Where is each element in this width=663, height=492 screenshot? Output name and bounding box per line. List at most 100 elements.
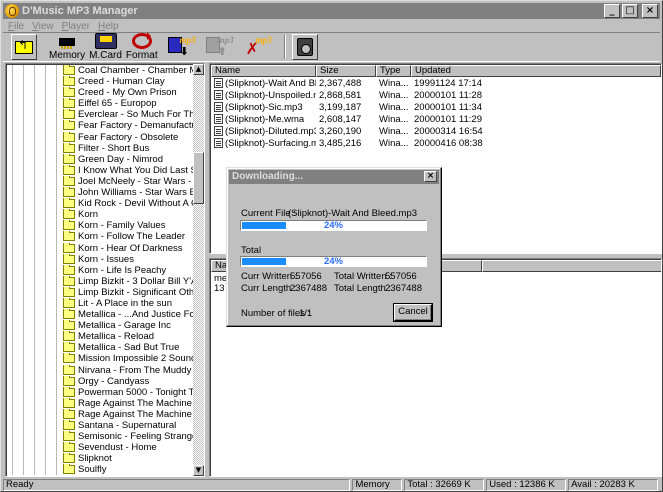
tree-folder-item[interactable]: Mission Impossible 2 Soundtrack [6, 353, 194, 365]
title-bar[interactable]: D'Music MP3 Manager _ □ × [3, 3, 660, 19]
file-size: 2,367,488 [319, 78, 362, 89]
cancel-button[interactable]: Cancel [394, 304, 432, 321]
tree-folder-item[interactable]: Joel McNeely - Star Wars - Shadows [6, 175, 194, 188]
tree-folder-item[interactable]: Limp Bizkit - 3 Dollar Bill Y'All [6, 275, 194, 287]
tree-folder-item[interactable]: Powerman 5000 - Tonight The Stars [6, 386, 194, 398]
tree-guide-lines [6, 386, 62, 398]
column-size[interactable]: Size [316, 65, 376, 77]
menu-view[interactable]: View [27, 21, 57, 32]
toolbar: Memory M.Card Format mp3 ⬇ mp3 ⬆ ✗ mp3 [3, 32, 660, 62]
tree-folder-label: Metallica - ...And Justice For All [78, 309, 194, 321]
tree-guide-lines [6, 209, 62, 221]
tree-folder-item[interactable]: Korn - Life Is Peachy [6, 264, 194, 276]
download-mp3-button[interactable]: mp3 ⬇ [166, 33, 198, 61]
tree-folder-item[interactable]: Korn [6, 209, 194, 221]
player-button[interactable] [291, 34, 318, 60]
tree-folder-item[interactable]: Metallica - ...And Justice For All [6, 309, 194, 321]
format-button[interactable]: Format [125, 32, 158, 61]
folder-icon [63, 109, 75, 120]
file-row[interactable]: (Slipknot)-Sic.mp3 3,199,187 Wina... 200001… [211, 102, 511, 114]
tree-folder-item[interactable]: Nirvana - From The Muddy Banks O [6, 364, 194, 376]
menu-player[interactable]: Player [57, 21, 93, 32]
tree-folder-label: Lit - A Place in the sun [78, 297, 173, 309]
format-button-label: Format [125, 50, 158, 61]
tree-folder-item[interactable]: Lit - A Place in the sun [6, 297, 194, 310]
file-row[interactable]: (Slipknot)-Wait And Blee...2,367,488 Wina… [211, 78, 511, 90]
status-memory: Memory [352, 479, 403, 491]
file-row[interactable]: (Slipknot)-Diluted.mp3 3,260,190 Wina... 20… [211, 126, 511, 138]
tree-folder-item[interactable]: I Know What You Did Last Summer [6, 164, 194, 176]
mcard-button[interactable]: M.Card [89, 33, 122, 61]
tree-folder-item[interactable]: Creed - Human Clay [6, 76, 194, 88]
tree-folder-item[interactable]: Filter - Short Bus [6, 142, 194, 154]
tree-folder-item[interactable]: Santana - Supernatural [6, 420, 194, 432]
tree-folder-item[interactable]: Rage Against The Machine [6, 397, 194, 409]
scroll-up-button[interactable]: ▲ [193, 64, 204, 75]
tree-folder-item[interactable]: Kid Rock - Devil Without A Cause [6, 198, 194, 210]
maximize-button[interactable]: □ [622, 4, 638, 18]
tree-folder-item[interactable]: Rage Against The Machine - Evil Em [6, 408, 194, 420]
up-folder-button[interactable] [11, 34, 37, 60]
menu-help[interactable]: Help [93, 21, 122, 32]
memory-button[interactable]: Memory [49, 33, 85, 61]
dialog-title: Downloading... [232, 171, 304, 182]
file-row[interactable]: (Slipknot)-Unspoiled.mp32,868,581 Wina...… [211, 90, 511, 102]
tree-folder-item[interactable]: Metallica - Garage Inc [6, 320, 194, 332]
tree-guide-lines [6, 253, 62, 265]
close-button[interactable]: × [642, 4, 658, 18]
tree-folder-item[interactable]: Korn - Family Values [6, 220, 194, 232]
tree-folder-item[interactable]: Everclear - So Much For The Afterglow [6, 109, 194, 121]
tree-folder-item[interactable]: Slipknot [6, 453, 194, 465]
column-updated[interactable]: Updated [411, 65, 661, 77]
tree-scrollbar[interactable]: ▲ ▼ [193, 64, 204, 476]
file-name: (Slipknot)-Surfacing.mp3 [225, 138, 316, 149]
tree-folder-item[interactable]: Korn - Follow The Leader [6, 231, 194, 243]
tree-folder-item[interactable]: Creed - My Own Prison [6, 87, 194, 99]
tree-folder-item[interactable]: Metallica - Sad But True [6, 342, 194, 354]
tree-folder-item[interactable]: Green Day - Nimrod [6, 153, 194, 165]
tree-guide-lines [6, 109, 62, 121]
tree-folder-item[interactable]: Limp Bizkit - Significant Other [6, 286, 194, 298]
folder-icon [63, 242, 75, 253]
tree-folder-item[interactable]: Soulfly [6, 464, 194, 476]
app-logo-icon[interactable] [5, 4, 19, 18]
num-files-value: 1/1 [299, 308, 313, 319]
tree-guide-lines [6, 153, 62, 165]
menu-file[interactable]: File [3, 21, 27, 32]
file-row[interactable]: (Slipknot)-Surfacing.mp33,485,216 Wina...… [211, 138, 511, 150]
column-type[interactable]: Type [376, 65, 411, 77]
tree-folder-item[interactable]: Metallica - Reload [6, 331, 194, 343]
delete-mp3-button[interactable]: ✗ mp3 [242, 33, 274, 61]
tree-folder-item[interactable]: Fear Factory - Obsolete [6, 131, 194, 143]
column-name[interactable]: Name [211, 65, 316, 77]
scroll-down-button[interactable]: ▼ [193, 465, 204, 476]
file-icon [214, 78, 223, 88]
dialog-close-button[interactable]: × [424, 171, 437, 182]
tree-folder-label: Slipknot [78, 453, 112, 465]
tree-folder-item[interactable]: Eiffel 65 - Europop [6, 98, 194, 110]
tree-folder-item[interactable]: Sevendust - Home [6, 442, 194, 454]
tree-folder-item[interactable]: Korn - Hear Of Darkness [6, 242, 194, 254]
tree-folder-item[interactable]: Korn - Issues [6, 253, 194, 265]
total-progress-percent: 24% [323, 256, 343, 267]
tree-folder-item[interactable]: John Williams - Star Wars Episode I [6, 187, 194, 199]
tree-guide-lines [6, 264, 62, 276]
file-row[interactable]: (Slipknot)-Me.wma 2,608,147 Wina... 2000010… [211, 114, 511, 126]
info-column-blank-2[interactable] [482, 260, 661, 272]
tree-folder-item[interactable]: Coal Chamber - Chamber Muzic [6, 65, 194, 77]
downloading-dialog: Downloading... × Current File : (Slipkno… [226, 167, 442, 327]
dialog-title-bar[interactable]: Downloading... × [229, 170, 439, 184]
tree-folder-label: Semisonic - Feeling Strangely Fine [78, 431, 194, 443]
tree-guide-lines [6, 420, 62, 432]
file-name-cell: (Slipknot)-Me.wma [211, 114, 316, 126]
tree-guide-lines [6, 76, 62, 88]
minimize-button[interactable]: _ [604, 4, 620, 18]
tree-folder-item[interactable]: Semisonic - Feeling Strangely Fine [6, 431, 194, 443]
tree-folder-item[interactable]: Fear Factory - Demanufacture [6, 120, 194, 132]
file-type: Wina... [379, 90, 409, 101]
folder-tree[interactable]: Coal Chamber - Chamber MuzicCreed - Huma… [5, 63, 205, 477]
tree-guide-lines [6, 397, 62, 409]
tree-folder-item[interactable]: Orgy - Candyass [6, 375, 194, 387]
file-list-header: Name Size Type Updated [211, 65, 661, 77]
scroll-thumb[interactable] [193, 152, 204, 204]
